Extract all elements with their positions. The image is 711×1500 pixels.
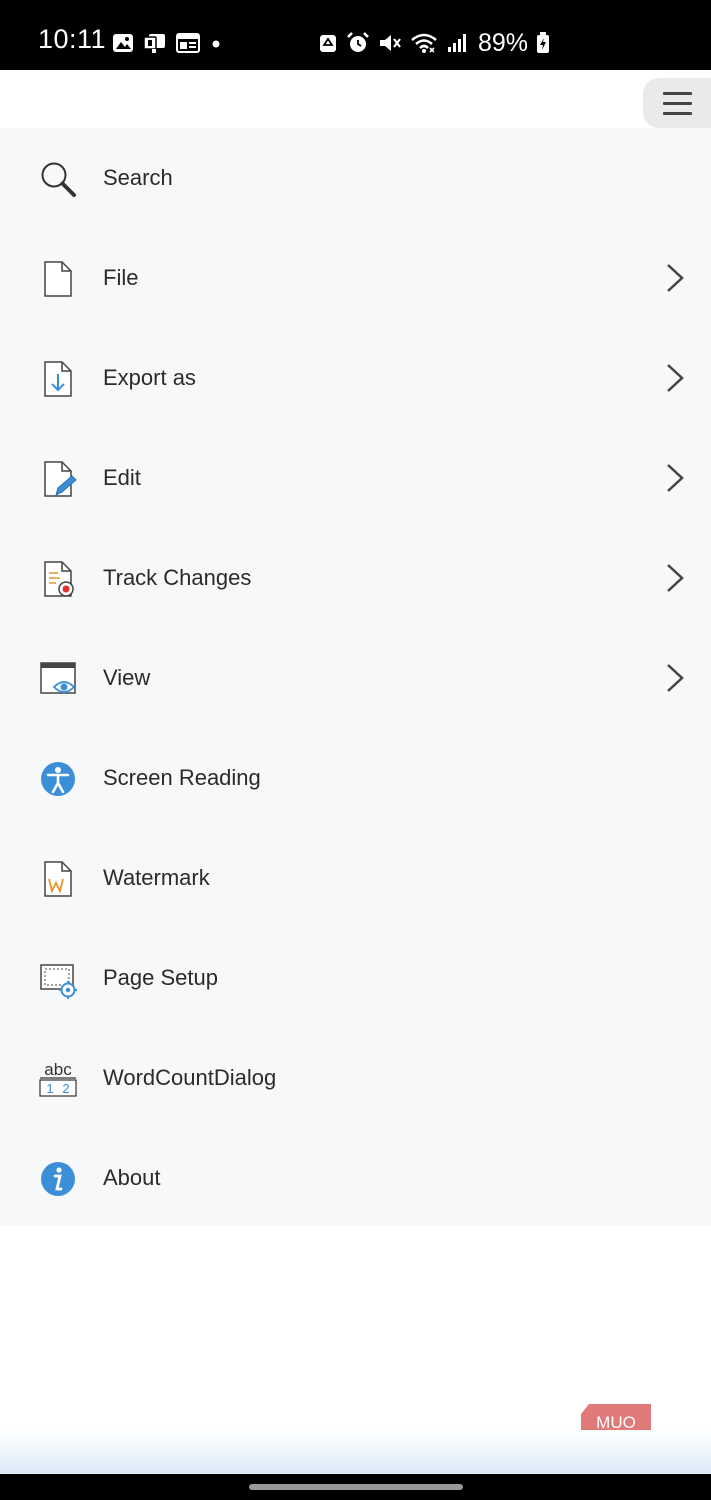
menu-item-view[interactable]: View bbox=[0, 628, 711, 728]
teams-icon bbox=[143, 34, 165, 53]
svg-text:1: 1 bbox=[46, 1081, 53, 1096]
hamburger-icon-bar bbox=[662, 101, 692, 105]
svg-text:2: 2 bbox=[62, 1081, 69, 1096]
news-icon bbox=[176, 33, 200, 53]
menu-item-search[interactable]: Search bbox=[0, 128, 711, 228]
info-icon bbox=[41, 1162, 75, 1196]
edit-icon bbox=[44, 461, 77, 497]
alarm-icon bbox=[347, 32, 369, 52]
track-changes-icon bbox=[44, 561, 74, 597]
status-right-icons: 89% bbox=[318, 28, 550, 57]
menu-item-label: WordCountDialog bbox=[103, 1065, 277, 1090]
app-toolbar bbox=[0, 70, 711, 130]
menu-item-label: About bbox=[103, 1165, 161, 1190]
system-nav-bar bbox=[0, 1474, 711, 1500]
chevron-right-icon bbox=[667, 564, 684, 592]
notification-dot-icon bbox=[212, 40, 220, 48]
menu-item-screen-reading[interactable]: Screen Reading bbox=[0, 728, 711, 828]
menu-item-label: View bbox=[103, 665, 151, 690]
word-count-icon: abc 1 2 bbox=[39, 1060, 77, 1097]
menu-item-label: Screen Reading bbox=[103, 765, 261, 790]
menu-item-export-as[interactable]: Export as bbox=[0, 328, 711, 428]
gallery-icon bbox=[113, 34, 133, 52]
menu-item-label: Edit bbox=[103, 465, 141, 490]
wifi-icon bbox=[411, 33, 437, 53]
menu-item-word-count[interactable]: abc 1 2 WordCountDialog bbox=[0, 1028, 711, 1128]
menu-item-label: File bbox=[103, 265, 139, 290]
status-bar: 10:11 89% bbox=[0, 0, 711, 70]
svg-text:abc: abc bbox=[44, 1060, 72, 1079]
bottom-gradient bbox=[0, 1430, 711, 1474]
menu-item-file[interactable]: File bbox=[0, 228, 711, 328]
recycle-icon bbox=[320, 35, 336, 52]
menu-item-label: Watermark bbox=[103, 865, 210, 890]
watermark-icon bbox=[44, 861, 72, 897]
battery-charging-icon bbox=[537, 32, 550, 53]
menu-item-label: Export as bbox=[103, 365, 196, 390]
menu-item-edit[interactable]: Edit bbox=[0, 428, 711, 528]
view-icon bbox=[40, 662, 76, 694]
hamburger-icon-bar bbox=[662, 91, 692, 95]
mute-icon bbox=[380, 35, 401, 51]
menu-item-label: Track Changes bbox=[103, 565, 252, 590]
menu-item-page-setup[interactable]: Page Setup bbox=[0, 928, 711, 1028]
menu-item-label: Page Setup bbox=[103, 965, 218, 990]
main-menu: Search File Export as Edit Track Changes… bbox=[0, 128, 711, 1226]
status-time: 10:11 bbox=[38, 24, 107, 54]
home-indicator[interactable] bbox=[249, 1484, 463, 1490]
hamburger-icon-bar bbox=[662, 111, 692, 115]
search-icon bbox=[41, 162, 76, 197]
chevron-right-icon bbox=[667, 464, 684, 492]
menu-item-label: Search bbox=[103, 165, 173, 190]
status-left-icons bbox=[112, 30, 223, 56]
menu-item-about[interactable]: About bbox=[0, 1128, 711, 1228]
chevron-right-icon bbox=[667, 664, 684, 692]
hamburger-menu-button[interactable] bbox=[643, 78, 711, 128]
signal-icon bbox=[448, 34, 466, 52]
battery-percent: 89% bbox=[478, 28, 529, 57]
menu-item-track-changes[interactable]: Track Changes bbox=[0, 528, 711, 628]
chevron-right-icon bbox=[667, 264, 684, 292]
menu-item-watermark[interactable]: Watermark bbox=[0, 828, 711, 928]
chevron-right-icon bbox=[667, 364, 684, 392]
file-icon bbox=[44, 261, 72, 297]
export-icon bbox=[44, 361, 72, 397]
page-setup-icon bbox=[40, 964, 77, 999]
accessibility-icon bbox=[41, 762, 75, 796]
